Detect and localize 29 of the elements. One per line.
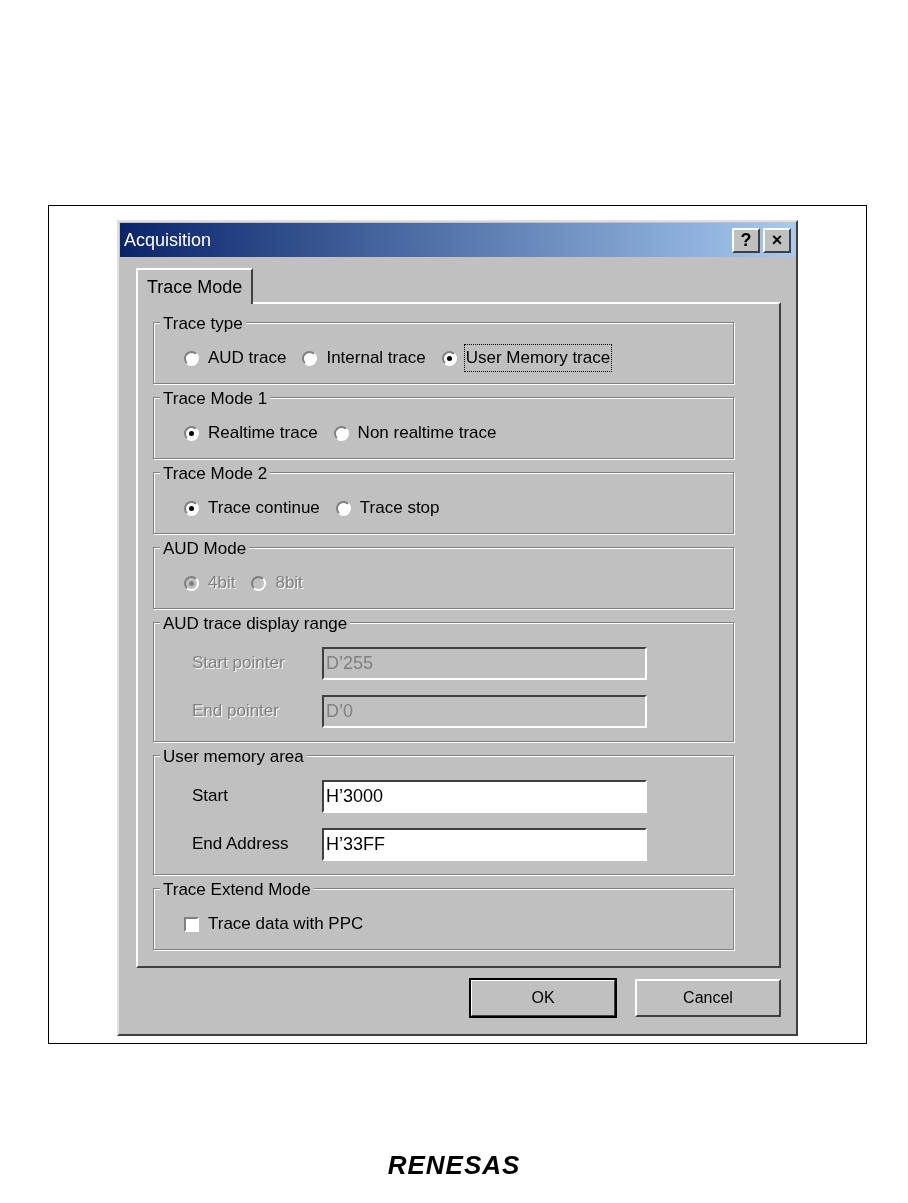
close-button[interactable]: × (763, 227, 791, 253)
field-label: End pointer (191, 700, 280, 723)
tab[interactable]: Trace Mode (136, 268, 254, 304)
option-label[interactable]: AUD trace (206, 344, 289, 372)
option-label[interactable]: Trace continue (206, 494, 322, 522)
option-label[interactable]: Trace data with PPC (206, 910, 366, 938)
brand-logo: RENESAS (386, 1149, 522, 1182)
option-label[interactable]: Realtime trace (206, 419, 320, 447)
radio-button[interactable] (184, 500, 199, 516)
option-label[interactable]: User Memory trace (463, 344, 613, 372)
option-label[interactable]: Non realtime trace (355, 419, 499, 447)
option-label[interactable]: Internal trace (324, 344, 428, 372)
checkbox[interactable] (184, 916, 199, 932)
window-title: Acquisition (124, 228, 213, 252)
dialog-button[interactable]: OK (470, 979, 616, 1017)
help-button[interactable]: ? (732, 227, 760, 253)
radio-button[interactable] (184, 425, 199, 441)
input-field[interactable]: H’3000 (322, 779, 647, 813)
radio-button[interactable] (335, 500, 351, 516)
dialog-button[interactable]: Cancel (635, 979, 781, 1017)
radio-button[interactable] (302, 350, 318, 366)
radio-button[interactable] (184, 350, 199, 366)
radio-button[interactable] (333, 425, 349, 441)
field-label: End Address (191, 833, 290, 856)
field-label: Start (191, 785, 229, 808)
option-label[interactable]: Trace stop (357, 494, 442, 522)
radio-button[interactable] (441, 350, 457, 366)
input-field[interactable]: H’33FF (322, 827, 647, 861)
field-label: Start pointer (191, 652, 286, 675)
